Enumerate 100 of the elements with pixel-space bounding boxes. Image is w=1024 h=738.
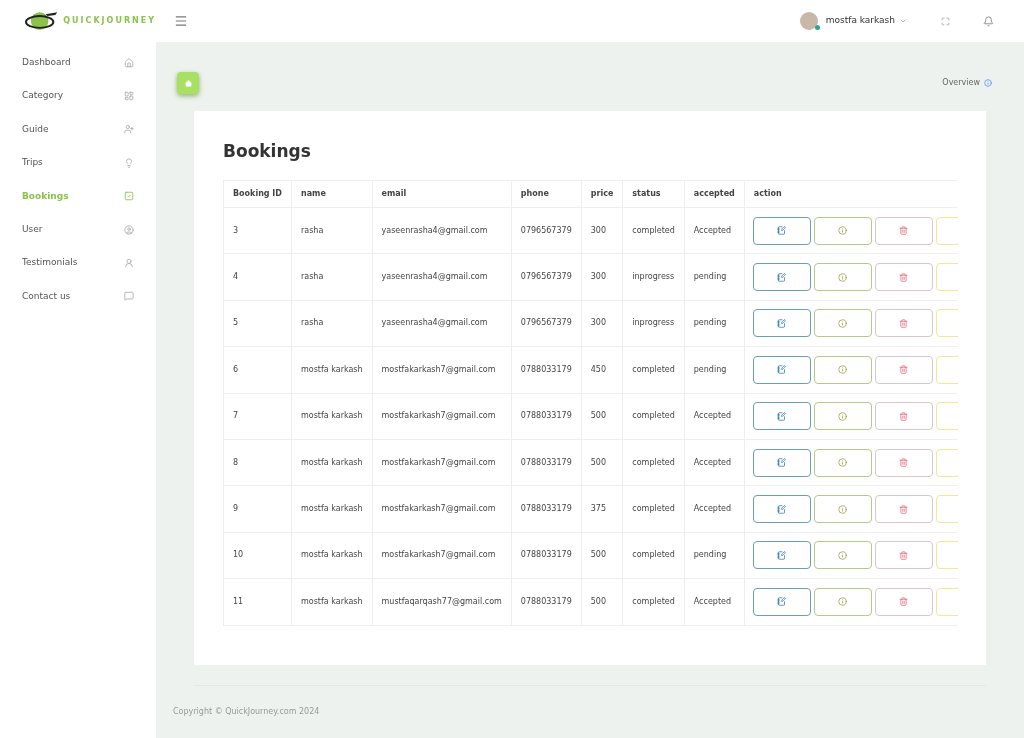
edit-button[interactable] xyxy=(752,402,811,431)
avatar[interactable] xyxy=(799,12,818,30)
sidebar-item[interactable]: Dashboard xyxy=(0,46,156,80)
sidebar-item[interactable]: Trips xyxy=(0,146,156,180)
sidebar-item[interactable]: User xyxy=(0,212,156,247)
info-button[interactable] xyxy=(813,495,872,524)
info-button[interactable] xyxy=(813,355,872,384)
info-button[interactable] xyxy=(813,541,872,570)
column-header: phone xyxy=(511,180,582,208)
table-cell: pending xyxy=(684,300,745,347)
home-button[interactable] xyxy=(177,72,199,94)
edit-icon xyxy=(777,597,787,607)
table-cell: completed xyxy=(622,207,685,254)
edit-button[interactable] xyxy=(752,448,811,477)
info-button[interactable] xyxy=(813,402,872,431)
user-circle-icon xyxy=(124,224,134,235)
edit-button[interactable] xyxy=(752,541,811,570)
delete-button[interactable] xyxy=(874,309,933,338)
info-icon xyxy=(838,458,848,468)
table-cell: 0788033179 xyxy=(511,439,582,486)
trash-icon xyxy=(899,504,909,514)
table-cell: 8 xyxy=(223,439,292,486)
table-cell: pending xyxy=(684,532,745,579)
table-cell: inprogress xyxy=(622,300,685,347)
info-button[interactable] xyxy=(813,263,872,292)
menu-button[interactable] xyxy=(174,14,188,28)
table-cell: 500 xyxy=(581,439,623,486)
edit-button[interactable] xyxy=(752,263,811,292)
table-cell: yaseenrasha4@gmail.com xyxy=(372,300,512,347)
delete-button[interactable] xyxy=(874,263,933,292)
column-header: accepted xyxy=(684,180,745,208)
info-button[interactable] xyxy=(813,587,872,616)
table-cell: 10 xyxy=(223,532,292,579)
table-cell: completed xyxy=(622,439,685,486)
table-cell: rasha xyxy=(291,207,373,254)
table-cell: Accepted xyxy=(684,439,745,486)
table-cell: 500 xyxy=(581,578,623,625)
delete-button[interactable] xyxy=(874,495,933,524)
table-cell: completed xyxy=(622,346,685,394)
brand-name: QUICKJOURNEY xyxy=(63,15,156,27)
table-cell: 9 xyxy=(223,485,292,533)
edit-button[interactable] xyxy=(752,309,811,338)
info-icon xyxy=(838,504,848,514)
table-cell: rasha xyxy=(291,253,373,301)
delete-button[interactable] xyxy=(874,587,933,616)
info-button[interactable] xyxy=(813,448,872,477)
table-cell: mostfa karkash xyxy=(291,578,373,625)
sidebar-item[interactable]: Category xyxy=(0,79,156,113)
table-cell: 0788033179 xyxy=(511,485,582,533)
table-cell: Accepted xyxy=(684,485,745,533)
chat-icon xyxy=(124,291,134,302)
info-button[interactable] xyxy=(813,309,872,338)
info-icon xyxy=(838,318,848,328)
column-header: status xyxy=(622,180,685,208)
table-cell: 6 xyxy=(223,346,292,394)
delete-button[interactable] xyxy=(874,448,933,477)
table-cell: 0788033179 xyxy=(511,393,582,440)
table-cell: completed xyxy=(622,393,685,440)
edit-icon xyxy=(777,365,787,375)
column-header: email xyxy=(372,180,512,208)
sidebar-item[interactable]: Testimonials xyxy=(0,246,156,280)
sidebar-item[interactable]: Guide xyxy=(0,112,156,147)
table-cell: 300 xyxy=(581,207,623,254)
delete-button[interactable] xyxy=(874,355,933,384)
sidebar-item[interactable]: Contact us xyxy=(0,279,156,314)
info-icon xyxy=(838,272,848,282)
user-icon xyxy=(124,258,134,269)
table-cell: Accepted xyxy=(684,393,745,440)
fullscreen-button[interactable] xyxy=(941,16,950,26)
edit-icon xyxy=(777,550,787,560)
info-button[interactable] xyxy=(813,216,872,245)
table-cell: mostfakarkash7@gmail.com xyxy=(372,439,512,486)
table-cell: 500 xyxy=(581,393,623,440)
user-menu[interactable]: mostfa karkash xyxy=(825,14,907,28)
column-header: price xyxy=(581,180,623,208)
notification-button[interactable] xyxy=(983,15,994,27)
delete-button[interactable] xyxy=(874,541,933,570)
table-cell: 0788033179 xyxy=(511,532,582,579)
table-cell: 3 xyxy=(223,207,292,254)
info-icon xyxy=(838,411,848,421)
table-cell: 375 xyxy=(581,485,623,533)
overview-link[interactable]: Overview xyxy=(942,77,992,89)
edit-icon xyxy=(777,504,787,514)
table-cell: 300 xyxy=(581,300,623,347)
table-cell: mostfakarkash7@gmail.com xyxy=(372,532,512,579)
edit-button[interactable] xyxy=(752,587,811,616)
delete-button[interactable] xyxy=(874,216,933,245)
column-header: Booking ID xyxy=(223,180,292,208)
edit-button[interactable] xyxy=(752,495,811,524)
trash-icon xyxy=(899,458,909,468)
edit-button[interactable] xyxy=(752,355,811,384)
column-header: action xyxy=(744,180,958,208)
edit-button[interactable] xyxy=(752,216,811,245)
table-cell: 11 xyxy=(223,578,292,625)
trash-icon xyxy=(899,272,909,282)
delete-button[interactable] xyxy=(874,402,933,431)
table-cell: pending xyxy=(684,346,745,394)
table-cell: completed xyxy=(622,532,685,579)
table-cell: yaseenrasha4@gmail.com xyxy=(372,207,512,254)
table-cell: Accepted xyxy=(684,207,745,254)
